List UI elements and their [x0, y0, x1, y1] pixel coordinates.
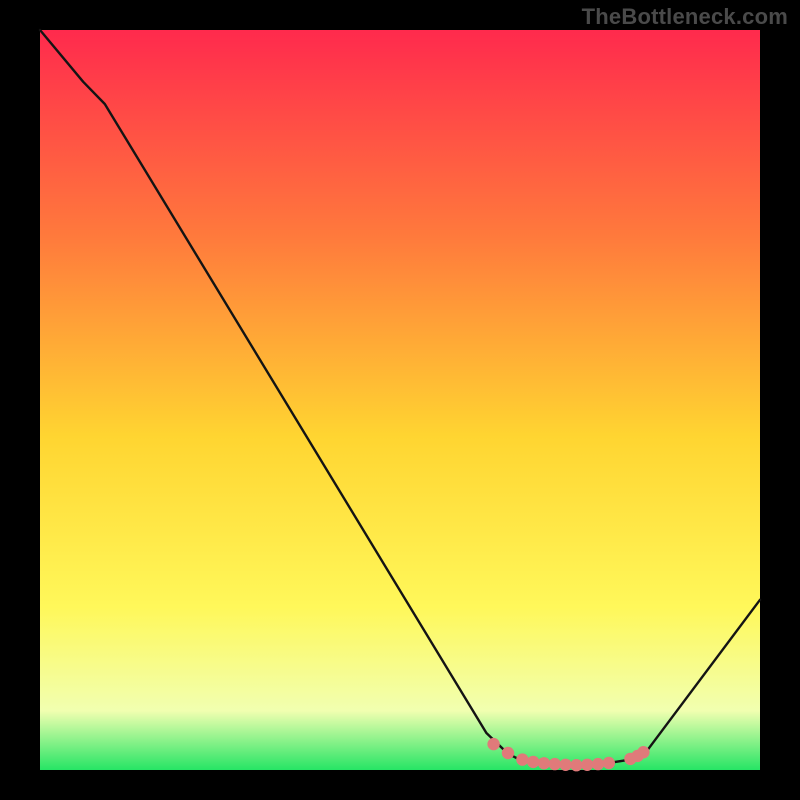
watermark-text: TheBottleneck.com — [582, 4, 788, 30]
marker-dot — [516, 753, 528, 765]
marker-dot — [592, 758, 604, 770]
marker-dot — [559, 759, 571, 771]
marker-dot — [570, 759, 582, 771]
marker-dot — [637, 746, 649, 758]
marker-dot — [581, 759, 593, 771]
bottleneck-chart — [0, 0, 800, 800]
plot-background-gradient — [40, 30, 760, 770]
chart-frame: { "watermark": "TheBottleneck.com", "col… — [0, 0, 800, 800]
marker-dot — [502, 747, 514, 759]
marker-dot — [487, 738, 499, 750]
marker-dot — [603, 757, 615, 769]
marker-dot — [527, 756, 539, 768]
marker-dot — [538, 757, 550, 769]
marker-dot — [549, 758, 561, 770]
